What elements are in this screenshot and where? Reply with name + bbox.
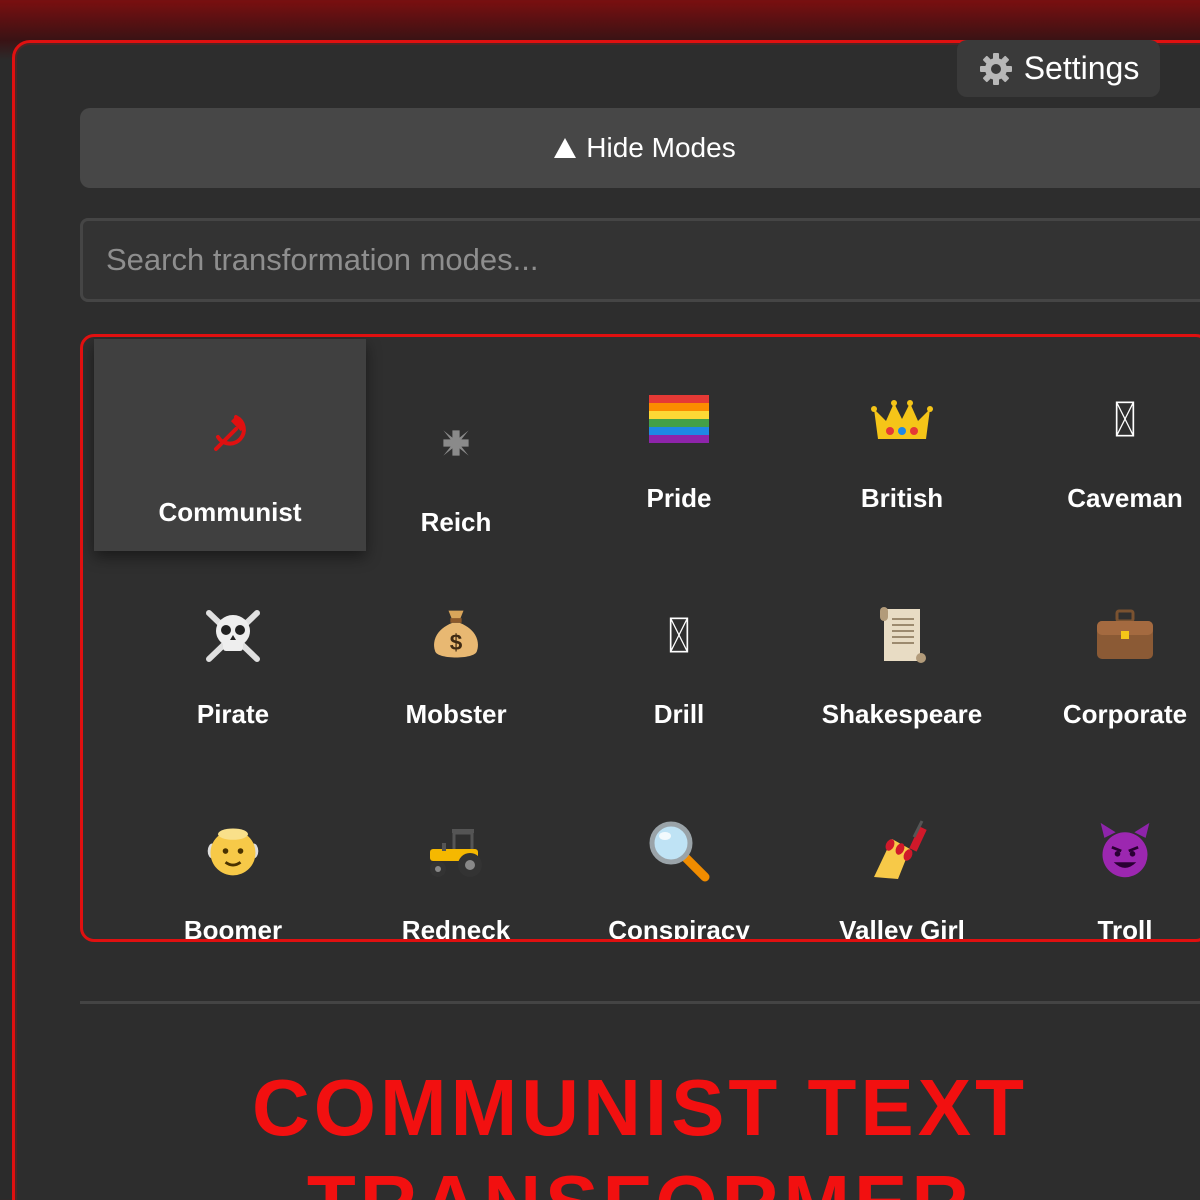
mode-card-troll[interactable]: Troll bbox=[989, 757, 1200, 942]
rainbow-flag-icon bbox=[643, 383, 715, 455]
mode-label: Troll bbox=[1097, 915, 1153, 942]
triangle-up-icon bbox=[554, 138, 577, 158]
mode-label: Drill bbox=[653, 699, 705, 729]
mode-label: Caveman bbox=[1067, 483, 1183, 513]
hammer-sickle-icon bbox=[194, 397, 266, 469]
tractor-icon bbox=[420, 815, 492, 887]
briefcase-icon bbox=[1089, 599, 1161, 671]
mode-label: Reich bbox=[420, 507, 492, 537]
page-title: COMMUNIST TEXT TRANSFORMER bbox=[252, 1063, 1028, 1200]
old-man-icon bbox=[197, 815, 269, 887]
hide-modes-button[interactable]: Hide Modes bbox=[80, 108, 1200, 188]
mode-card-corporate[interactable]: Corporate bbox=[989, 541, 1200, 753]
svg-text:$: $ bbox=[450, 630, 463, 655]
money-bag-icon: $ bbox=[420, 599, 492, 671]
nail-polish-icon bbox=[866, 815, 938, 887]
mode-label: Pride bbox=[646, 483, 712, 513]
settings-label: Settings bbox=[1023, 50, 1140, 86]
magnifying-glass-icon bbox=[643, 815, 715, 887]
iron-cross-icon bbox=[420, 407, 492, 479]
search-input[interactable] bbox=[80, 218, 1200, 302]
mode-card-caveman[interactable]: Caveman bbox=[989, 337, 1200, 537]
missing-glyph-icon bbox=[1089, 383, 1161, 455]
skull-crossbones-icon bbox=[197, 599, 269, 671]
gear-icon bbox=[978, 51, 1014, 87]
mode-label: British bbox=[860, 483, 944, 513]
crown-icon bbox=[866, 383, 938, 455]
mode-label: Shakespeare bbox=[821, 699, 983, 729]
mode-label: Conspiracy bbox=[608, 915, 750, 942]
mode-label: Redneck bbox=[401, 915, 511, 942]
hide-modes-label: Hide Modes bbox=[586, 132, 736, 163]
mode-label: Valley Girl bbox=[839, 915, 965, 942]
mode-label: Communist bbox=[158, 497, 302, 527]
devil-face-icon bbox=[1089, 815, 1161, 887]
missing-glyph-icon bbox=[643, 599, 715, 671]
mode-label: Mobster bbox=[405, 699, 507, 729]
settings-button[interactable]: Settings bbox=[957, 40, 1160, 97]
mode-label: Boomer bbox=[183, 915, 283, 942]
scroll-icon bbox=[866, 599, 938, 671]
mode-grid: Communist Reich Pride British Caveman Pi… bbox=[80, 334, 1200, 942]
mode-label: Corporate bbox=[1062, 699, 1188, 729]
section-divider bbox=[80, 1001, 1200, 1004]
mode-label: Pirate bbox=[196, 699, 270, 729]
